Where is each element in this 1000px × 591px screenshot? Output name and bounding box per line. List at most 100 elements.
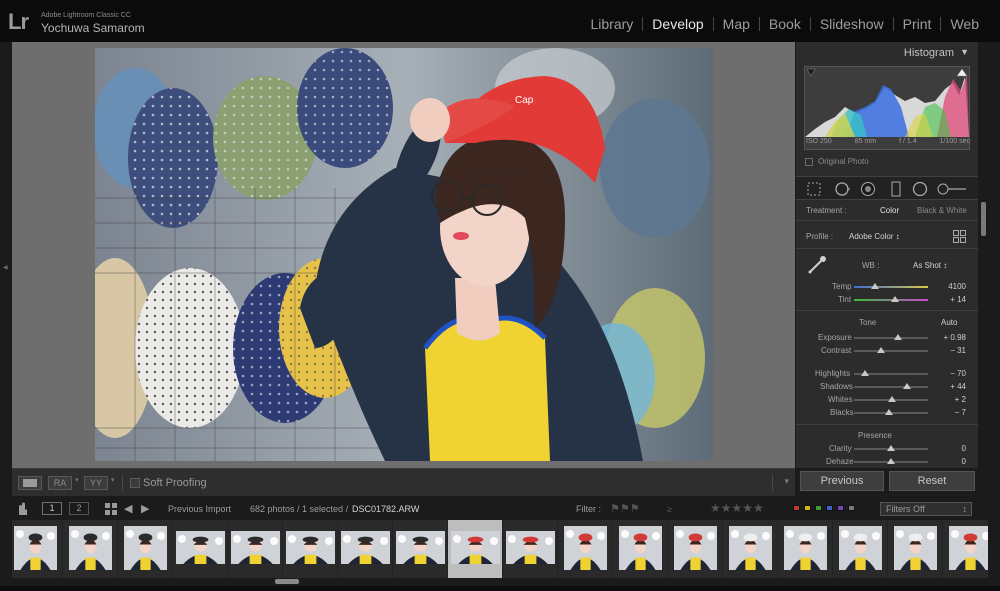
right-panel-scroll-thumb[interactable] bbox=[981, 202, 986, 236]
contrast-slider-thumb[interactable] bbox=[876, 347, 885, 353]
second-window-button[interactable]: 2 bbox=[69, 502, 89, 515]
yellow-label-chip[interactable] bbox=[804, 505, 811, 511]
filmstrip-thumbnail[interactable] bbox=[943, 520, 988, 578]
whites-slider-thumb[interactable] bbox=[887, 396, 896, 402]
dehaze-value[interactable]: 0 bbox=[930, 457, 966, 466]
identity-plate-name[interactable]: Yochuwa Samarom bbox=[41, 21, 145, 35]
profile-dropdown[interactable]: Adobe Color ↕ bbox=[849, 232, 900, 241]
exposure-slider[interactable] bbox=[854, 337, 928, 339]
gray-label-chip[interactable] bbox=[848, 505, 855, 511]
reset-button[interactable]: Reset bbox=[889, 471, 975, 491]
right-panel-scrollbar[interactable] bbox=[979, 42, 988, 468]
module-slideshow[interactable]: Slideshow bbox=[811, 16, 893, 32]
shadows-slider-thumb[interactable] bbox=[903, 383, 912, 389]
filmstrip-thumbnail[interactable] bbox=[283, 520, 338, 578]
left-panel-toggle[interactable]: ◀ bbox=[0, 42, 12, 498]
rating-compare-icon[interactable]: ≥ bbox=[667, 504, 672, 514]
highlights-slider-thumb[interactable] bbox=[861, 370, 870, 376]
treatment-color-button[interactable]: Color bbox=[880, 206, 899, 215]
green-label-chip[interactable] bbox=[815, 505, 822, 511]
radial-filter-icon[interactable] bbox=[912, 181, 928, 197]
original-photo-checkbox[interactable] bbox=[805, 158, 813, 166]
shadows-value[interactable]: + 44 bbox=[930, 382, 966, 391]
module-develop[interactable]: Develop bbox=[643, 16, 712, 32]
filmstrip-thumbnail[interactable] bbox=[503, 520, 558, 578]
temp-value[interactable]: 4100 bbox=[930, 282, 966, 291]
wb-dropdown[interactable]: As Shot ↕ bbox=[913, 261, 947, 270]
module-print[interactable]: Print bbox=[894, 16, 941, 32]
spot-removal-icon[interactable] bbox=[834, 181, 850, 197]
filmstrip-thumbnail[interactable] bbox=[228, 520, 283, 578]
blacks-value[interactable]: − 7 bbox=[930, 408, 966, 417]
contrast-slider[interactable] bbox=[854, 350, 928, 352]
tint-value[interactable]: + 14 bbox=[930, 295, 966, 304]
filmstrip-thumbnail[interactable] bbox=[393, 520, 448, 578]
filter-presets-dropdown[interactable]: Filters Off ↕ bbox=[880, 502, 972, 516]
blacks-slider-thumb[interactable] bbox=[884, 409, 893, 415]
dehaze-slider-thumb[interactable] bbox=[887, 458, 895, 464]
collapse-triangle-icon[interactable]: ▼ bbox=[960, 47, 969, 57]
clarity-value[interactable]: 0 bbox=[930, 444, 966, 453]
filmstrip-thumbnail[interactable] bbox=[668, 520, 723, 578]
white-balance-eyedropper-icon[interactable] bbox=[806, 254, 828, 276]
treatment-bw-button[interactable]: Black & White bbox=[917, 206, 967, 215]
filmstrip-scrollbar[interactable] bbox=[12, 578, 988, 586]
whites-value[interactable]: + 2 bbox=[930, 395, 966, 404]
before-after-lr-button[interactable]: RA bbox=[48, 476, 72, 490]
back-arrow-icon[interactable]: ◀ bbox=[124, 502, 132, 515]
hand-icon[interactable] bbox=[16, 502, 28, 516]
before-after-tb-caret-icon[interactable]: ▾ bbox=[111, 476, 115, 484]
tone-auto-button[interactable]: Auto bbox=[941, 318, 957, 327]
filmstrip-scroll-thumb[interactable] bbox=[275, 579, 299, 584]
toolbar-content-menu-icon[interactable]: ▾ bbox=[784, 476, 789, 487]
filmstrip-thumbnail[interactable] bbox=[888, 520, 943, 578]
module-library[interactable]: Library bbox=[582, 16, 643, 32]
red-label-chip[interactable] bbox=[793, 505, 800, 511]
forward-arrow-icon[interactable]: ▶ bbox=[141, 502, 149, 515]
red-eye-icon[interactable] bbox=[860, 181, 876, 197]
temp-slider-thumb[interactable] bbox=[870, 283, 879, 289]
filmstrip-thumbnail[interactable] bbox=[833, 520, 888, 578]
filmstrip-thumbnail[interactable] bbox=[558, 520, 613, 578]
filmstrip-thumbnail[interactable] bbox=[448, 520, 503, 578]
bottom-panel-toggle[interactable] bbox=[0, 586, 1000, 591]
filmstrip-thumbnail[interactable] bbox=[338, 520, 393, 578]
module-web[interactable]: Web bbox=[941, 16, 988, 32]
star-rating-filter[interactable]: ★★★★★ bbox=[710, 501, 764, 515]
filmstrip-thumbnail[interactable] bbox=[613, 520, 668, 578]
profile-browser-icon[interactable] bbox=[953, 230, 966, 243]
tint-slider-thumb[interactable] bbox=[890, 296, 899, 302]
soft-proofing-checkbox[interactable] bbox=[130, 478, 140, 488]
highlights-value[interactable]: − 70 bbox=[930, 369, 966, 378]
exposure-slider-thumb[interactable] bbox=[894, 334, 903, 340]
flag-filter-icon[interactable]: ⚑⚑⚑ bbox=[610, 502, 640, 515]
purple-label-chip[interactable] bbox=[837, 505, 844, 511]
grid-view-icon[interactable] bbox=[105, 503, 117, 515]
blue-label-chip[interactable] bbox=[826, 505, 833, 511]
before-after-caret-icon[interactable]: ▾ bbox=[75, 476, 79, 484]
histogram-header[interactable]: Histogram ▼ bbox=[796, 42, 978, 64]
exposure-value[interactable]: + 0.98 bbox=[930, 333, 966, 342]
filmstrip-source[interactable]: Previous Import bbox=[168, 504, 231, 514]
adjustment-brush-icon[interactable] bbox=[936, 181, 968, 197]
filmstrip-thumbnail[interactable] bbox=[173, 520, 228, 578]
filmstrip-thumbnail[interactable] bbox=[723, 520, 778, 578]
module-book[interactable]: Book bbox=[760, 16, 810, 32]
before-after-tb-button[interactable]: YY bbox=[84, 476, 108, 490]
module-map[interactable]: Map bbox=[714, 16, 759, 32]
filmstrip-thumbnail[interactable] bbox=[778, 520, 833, 578]
shadows-slider[interactable] bbox=[854, 386, 928, 388]
selected-filename[interactable]: DSC01782.ARW bbox=[352, 504, 419, 514]
graduated-filter-icon[interactable] bbox=[888, 181, 904, 197]
temp-slider[interactable] bbox=[854, 286, 928, 288]
main-window-button[interactable]: 1 bbox=[42, 502, 62, 515]
filmstrip-thumbnail[interactable] bbox=[12, 520, 63, 578]
crop-overlay-icon[interactable] bbox=[806, 181, 822, 197]
filmstrip-thumbnail[interactable] bbox=[63, 520, 118, 578]
main-photo[interactable]: Cap bbox=[95, 48, 713, 461]
loupe-view-button[interactable] bbox=[18, 476, 42, 490]
contrast-value[interactable]: − 31 bbox=[930, 346, 966, 355]
previous-button[interactable]: Previous bbox=[800, 471, 884, 491]
filmstrip-thumbnail[interactable] bbox=[118, 520, 173, 578]
clarity-slider-thumb[interactable] bbox=[887, 445, 895, 451]
